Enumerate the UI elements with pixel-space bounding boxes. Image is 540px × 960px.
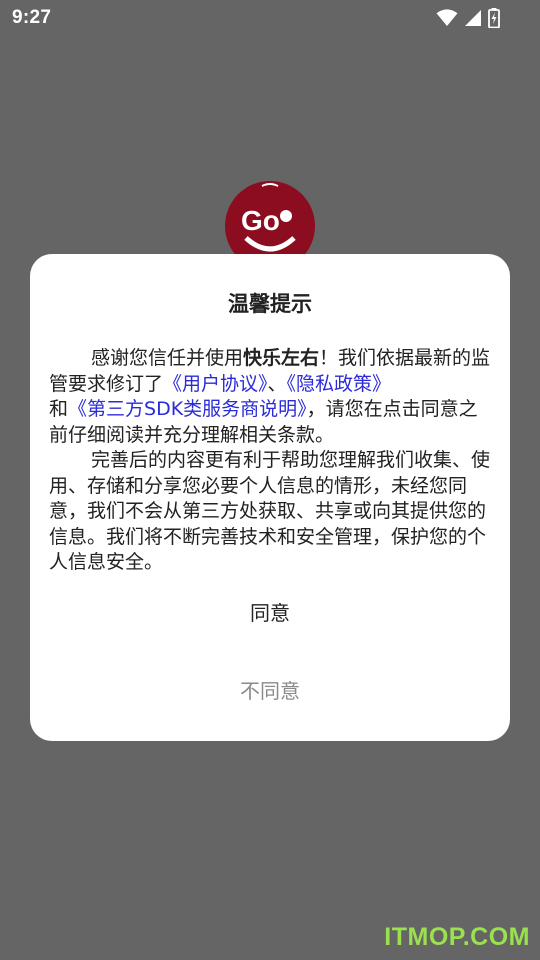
- agree-button[interactable]: 同意: [30, 590, 510, 636]
- notice-separator: 、: [267, 372, 287, 395]
- brand-name: 快乐左右: [243, 347, 320, 369]
- dialog-title: 温馨提示: [228, 292, 312, 316]
- status-time: 9:27: [12, 7, 52, 28]
- disagree-button[interactable]: 不同意: [30, 668, 510, 714]
- dialog-body: 感谢您信任并使用快乐左右！我们依据最新的监管要求修订了《用户协议》、《隐私政策》…: [49, 346, 493, 576]
- cellular-signal-icon: [465, 10, 481, 26]
- svg-text:Go: Go: [241, 205, 280, 236]
- notice-prefix: 感谢您信任并使用: [91, 347, 244, 369]
- wifi-icon: [436, 9, 458, 26]
- status-icons: [436, 7, 500, 29]
- battery-charging-icon: [488, 8, 500, 28]
- sdk-statement-link[interactable]: 《第三方SDK类服务商说明》: [68, 398, 307, 420]
- privacy-policy-link[interactable]: 《隐私政策》: [287, 373, 392, 395]
- paragraph-details: 完善后的内容更有利于帮助您理解我们收集、使用、存储和分享您必要个人信息的情形，未…: [49, 449, 491, 573]
- consent-dialog: 温馨提示 感谢您信任并使用快乐左右！我们依据最新的监管要求修订了《用户协议》、《…: [30, 254, 510, 741]
- user-agreement-link[interactable]: 《用户协议》: [163, 373, 268, 395]
- paragraph-notice: 感谢您信任并使用快乐左右！我们依据最新的监管要求修订了《用户协议》、《隐私政策》…: [49, 346, 493, 448]
- notice-text-2: 和: [49, 398, 69, 420]
- watermark: ITMOP.COM: [384, 923, 530, 951]
- status-bar: 9:27: [0, 0, 540, 36]
